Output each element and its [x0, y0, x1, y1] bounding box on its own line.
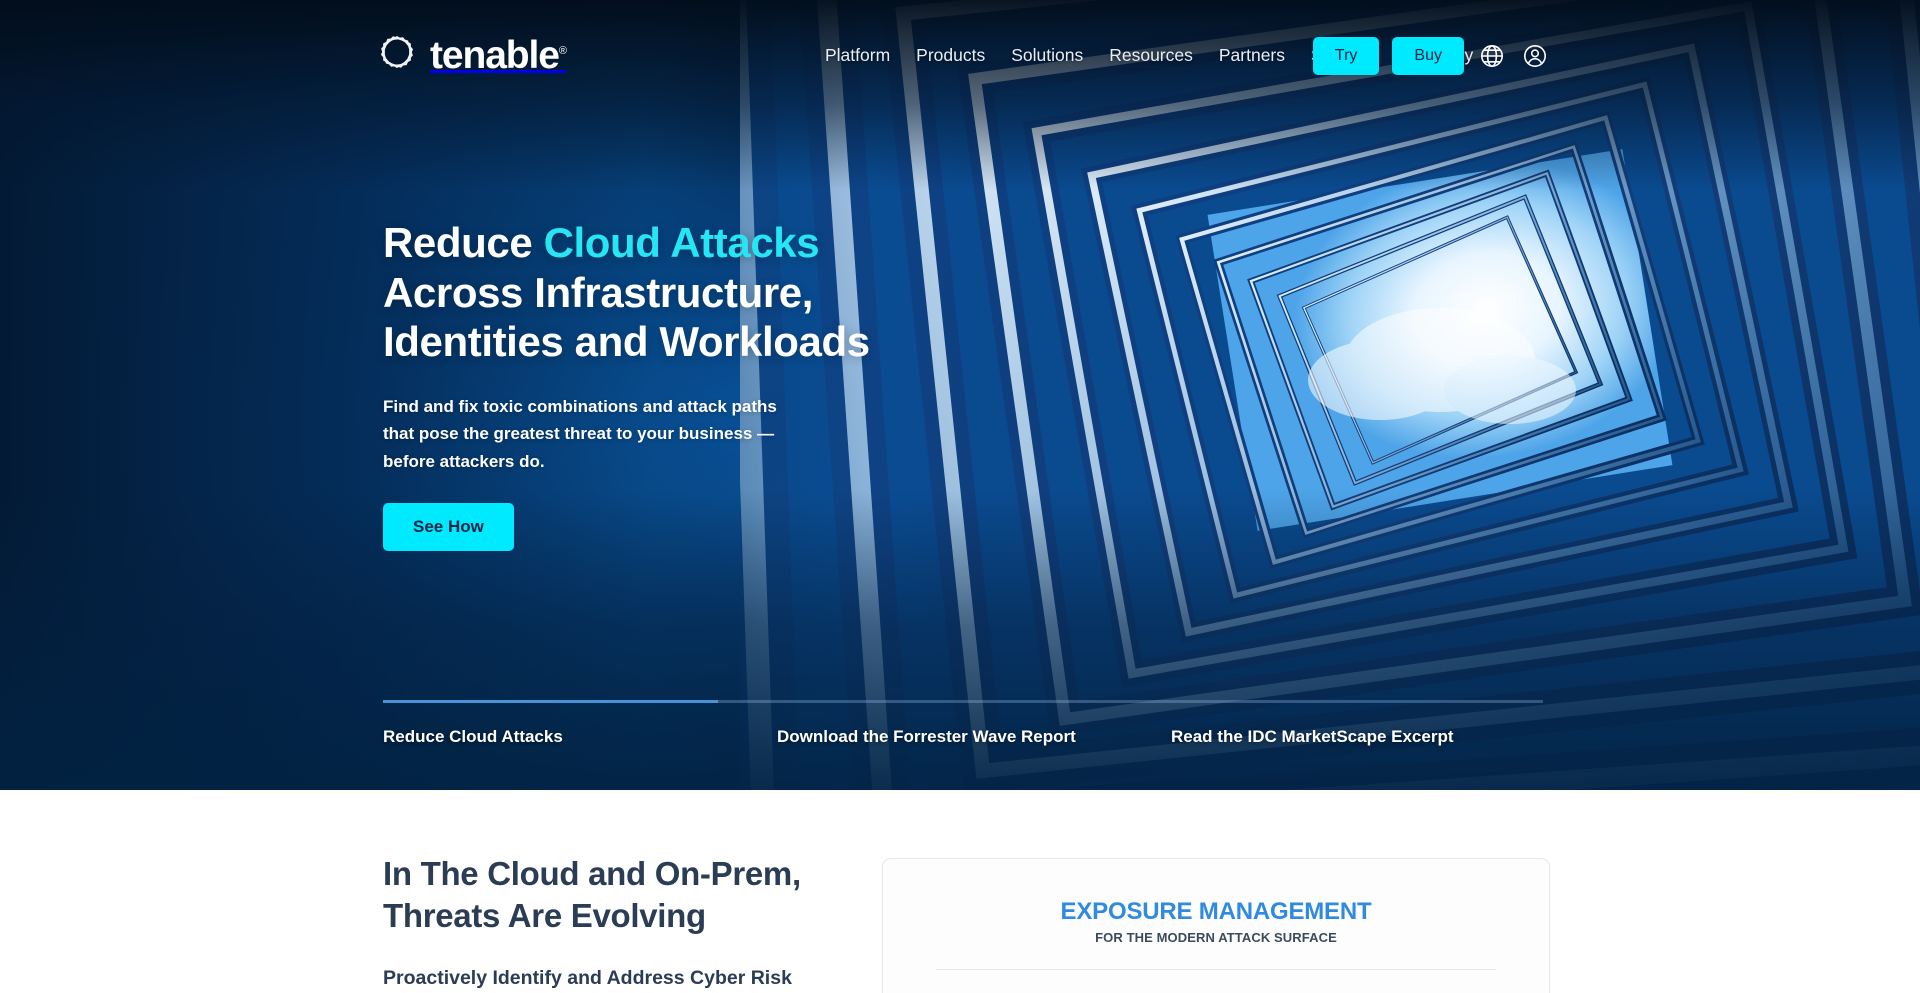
hero-tab-links: Reduce Cloud Attacks Download the Forres… — [383, 727, 1543, 747]
lower-section-subheading: Proactively Identify and Address Cyber R… — [383, 967, 792, 990]
hero-heading-line1-plain: Reduce — [383, 219, 544, 266]
card-title: EXPOSURE MANAGEMENT — [1060, 898, 1372, 925]
hero-section: tenable® Platform Products Solutions Res… — [0, 0, 1920, 790]
hero-heading-line2: Across Infrastructure, — [383, 268, 814, 316]
hero-tab-rule — [383, 700, 1543, 703]
registered-mark: ® — [558, 44, 567, 57]
brand-wordmark: tenable® — [430, 33, 567, 77]
try-button[interactable]: Try — [1312, 37, 1380, 75]
card-subtitle: FOR THE MODERN ATTACK SURFACE — [1095, 930, 1337, 945]
hero-heading-line1-accent: Cloud Attacks — [543, 219, 820, 266]
hero-tab-idc-marketscape-excerpt[interactable]: Read the IDC MarketScape Excerpt — [1171, 727, 1454, 747]
lower-heading-line1: In The Cloud and On-Prem, — [383, 855, 801, 892]
lower-section-text: In The Cloud and On-Prem, Threats Are Ev… — [383, 853, 853, 992]
nav-item-products[interactable]: Products — [903, 47, 998, 65]
hero-tab-reduce-cloud-attacks[interactable]: Reduce Cloud Attacks — [383, 727, 777, 747]
hero-tab-active-indicator — [383, 700, 718, 703]
hero-tab-strip: Reduce Cloud Attacks Download the Forres… — [383, 700, 1543, 747]
hero-heading: Reduce Cloud Attacks Across Infrastructu… — [383, 218, 1003, 367]
card-divider — [936, 969, 1496, 970]
lower-section-heading: In The Cloud and On-Prem, Threats Are Ev… — [383, 853, 853, 936]
tenable-logo[interactable]: tenable® — [375, 33, 567, 77]
user-account-icon[interactable] — [1520, 41, 1550, 71]
hero-subheading: Find and fix toxic combinations and atta… — [383, 396, 777, 471]
hero-content: Reduce Cloud Attacks Across Infrastructu… — [383, 218, 1003, 552]
nav-actions: Try Buy — [1312, 0, 1550, 112]
exposure-management-card: EXPOSURE MANAGEMENT FOR THE MODERN ATTAC… — [882, 858, 1550, 993]
hero-heading-line3: Identities and Workloads — [383, 318, 870, 366]
buy-button[interactable]: Buy — [1392, 37, 1464, 75]
see-how-button[interactable]: See How — [383, 503, 514, 552]
hero-tab-forrester-wave-report[interactable]: Download the Forrester Wave Report — [777, 727, 1171, 747]
globe-icon[interactable] — [1477, 41, 1507, 71]
lower-heading-line2: Threats Are Evolving — [383, 896, 706, 934]
top-navigation-bar: tenable® Platform Products Solutions Res… — [0, 0, 1920, 112]
nav-item-resources[interactable]: Resources — [1096, 47, 1206, 65]
tenable-hexagon-logo-icon — [375, 33, 419, 77]
nav-item-platform[interactable]: Platform — [812, 47, 903, 65]
nav-item-partners[interactable]: Partners — [1206, 47, 1298, 65]
page-root: tenable® Platform Products Solutions Res… — [0, 0, 1920, 993]
nav-item-solutions[interactable]: Solutions — [998, 47, 1096, 65]
